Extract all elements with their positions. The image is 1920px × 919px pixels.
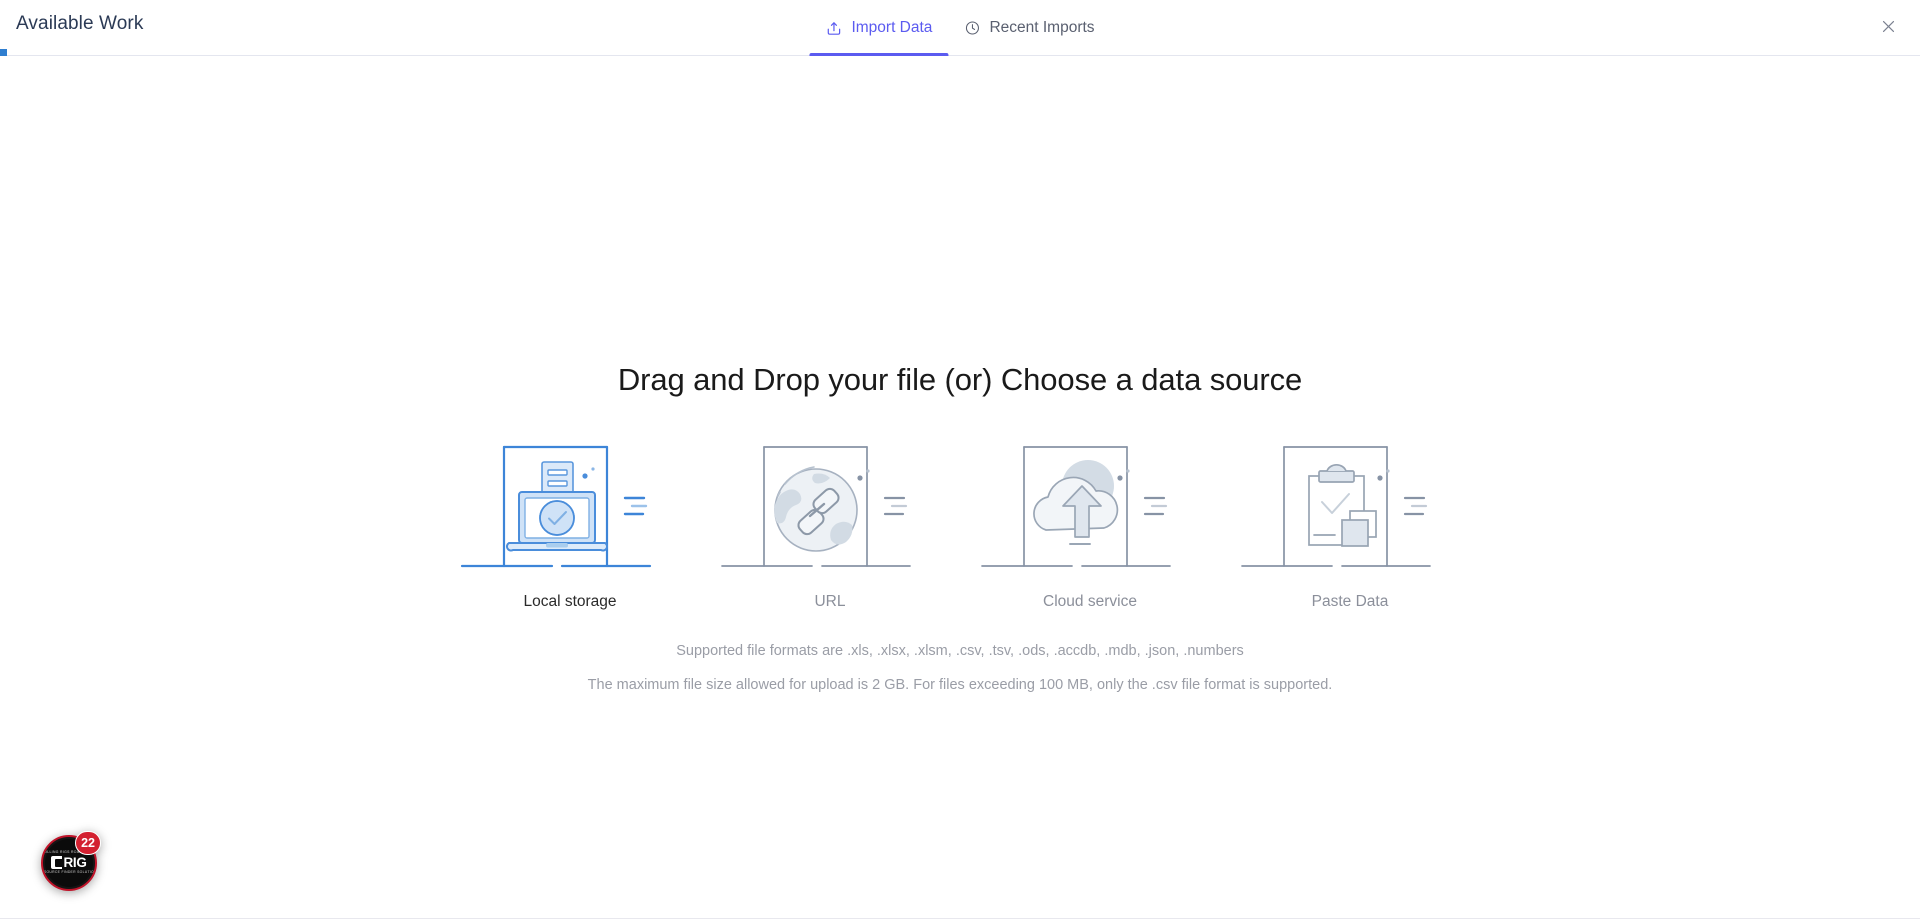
tab-import-data-label: Import Data bbox=[851, 19, 933, 36]
tab-recent-imports[interactable]: Recent Imports bbox=[948, 0, 1110, 56]
source-url[interactable]: URL bbox=[700, 440, 960, 610]
close-icon bbox=[1880, 18, 1897, 38]
close-button[interactable] bbox=[1874, 14, 1902, 42]
page-header: Available Work Import Data Recent Import… bbox=[0, 0, 1920, 56]
import-data-page: Available Work Import Data Recent Import… bbox=[0, 0, 1920, 919]
tab-bar: Import Data Recent Imports bbox=[809, 0, 1110, 56]
cloud-upload-icon bbox=[974, 440, 1206, 573]
laptop-check-icon bbox=[454, 440, 686, 573]
supported-formats-note: Supported file formats are .xls, .xlsx, … bbox=[676, 642, 1244, 659]
source-local-storage[interactable]: Local storage bbox=[440, 440, 700, 610]
globe-link-icon bbox=[714, 440, 946, 573]
rig-wordmark: RIG bbox=[51, 854, 87, 870]
rig-brand-text: RIG bbox=[63, 854, 87, 870]
rig-bottom-text: RESOURCE FINDER SOLUTIONS bbox=[41, 870, 97, 875]
source-paste-data-label: Paste Data bbox=[1311, 593, 1389, 611]
tab-import-data[interactable]: Import Data bbox=[809, 0, 949, 56]
source-url-label: URL bbox=[814, 593, 846, 611]
clipboard-copy-icon bbox=[1234, 440, 1466, 573]
page-heading: Drag and Drop your file (or) Choose a da… bbox=[617, 362, 1303, 397]
tab-recent-imports-label: Recent Imports bbox=[989, 19, 1095, 36]
rig-help-widget[interactable]: ROLLING RIGS ROAD SIGNS RIG RESOURCE FIN… bbox=[41, 831, 101, 891]
source-local-storage-label: Local storage bbox=[523, 593, 617, 611]
clock-icon bbox=[964, 20, 980, 36]
format-notes: Supported file formats are .xls, .xlsx, … bbox=[588, 644, 1333, 693]
source-paste-data[interactable]: Paste Data bbox=[1220, 440, 1480, 610]
upload-icon bbox=[825, 20, 842, 37]
data-source-list: Local storage URL Cloud service Paste Da… bbox=[440, 440, 1480, 610]
source-cloud-service-label: Cloud service bbox=[1043, 593, 1137, 611]
page-title: Available Work bbox=[16, 13, 144, 34]
import-dropzone[interactable]: Drag and Drop your file (or) Choose a da… bbox=[0, 56, 1920, 919]
max-file-size-note: The maximum file size allowed for upload… bbox=[587, 677, 1333, 694]
notification-count-badge[interactable]: 22 bbox=[75, 831, 101, 855]
source-cloud-service[interactable]: Cloud service bbox=[960, 440, 1220, 610]
rig-mark-icon bbox=[51, 856, 63, 870]
